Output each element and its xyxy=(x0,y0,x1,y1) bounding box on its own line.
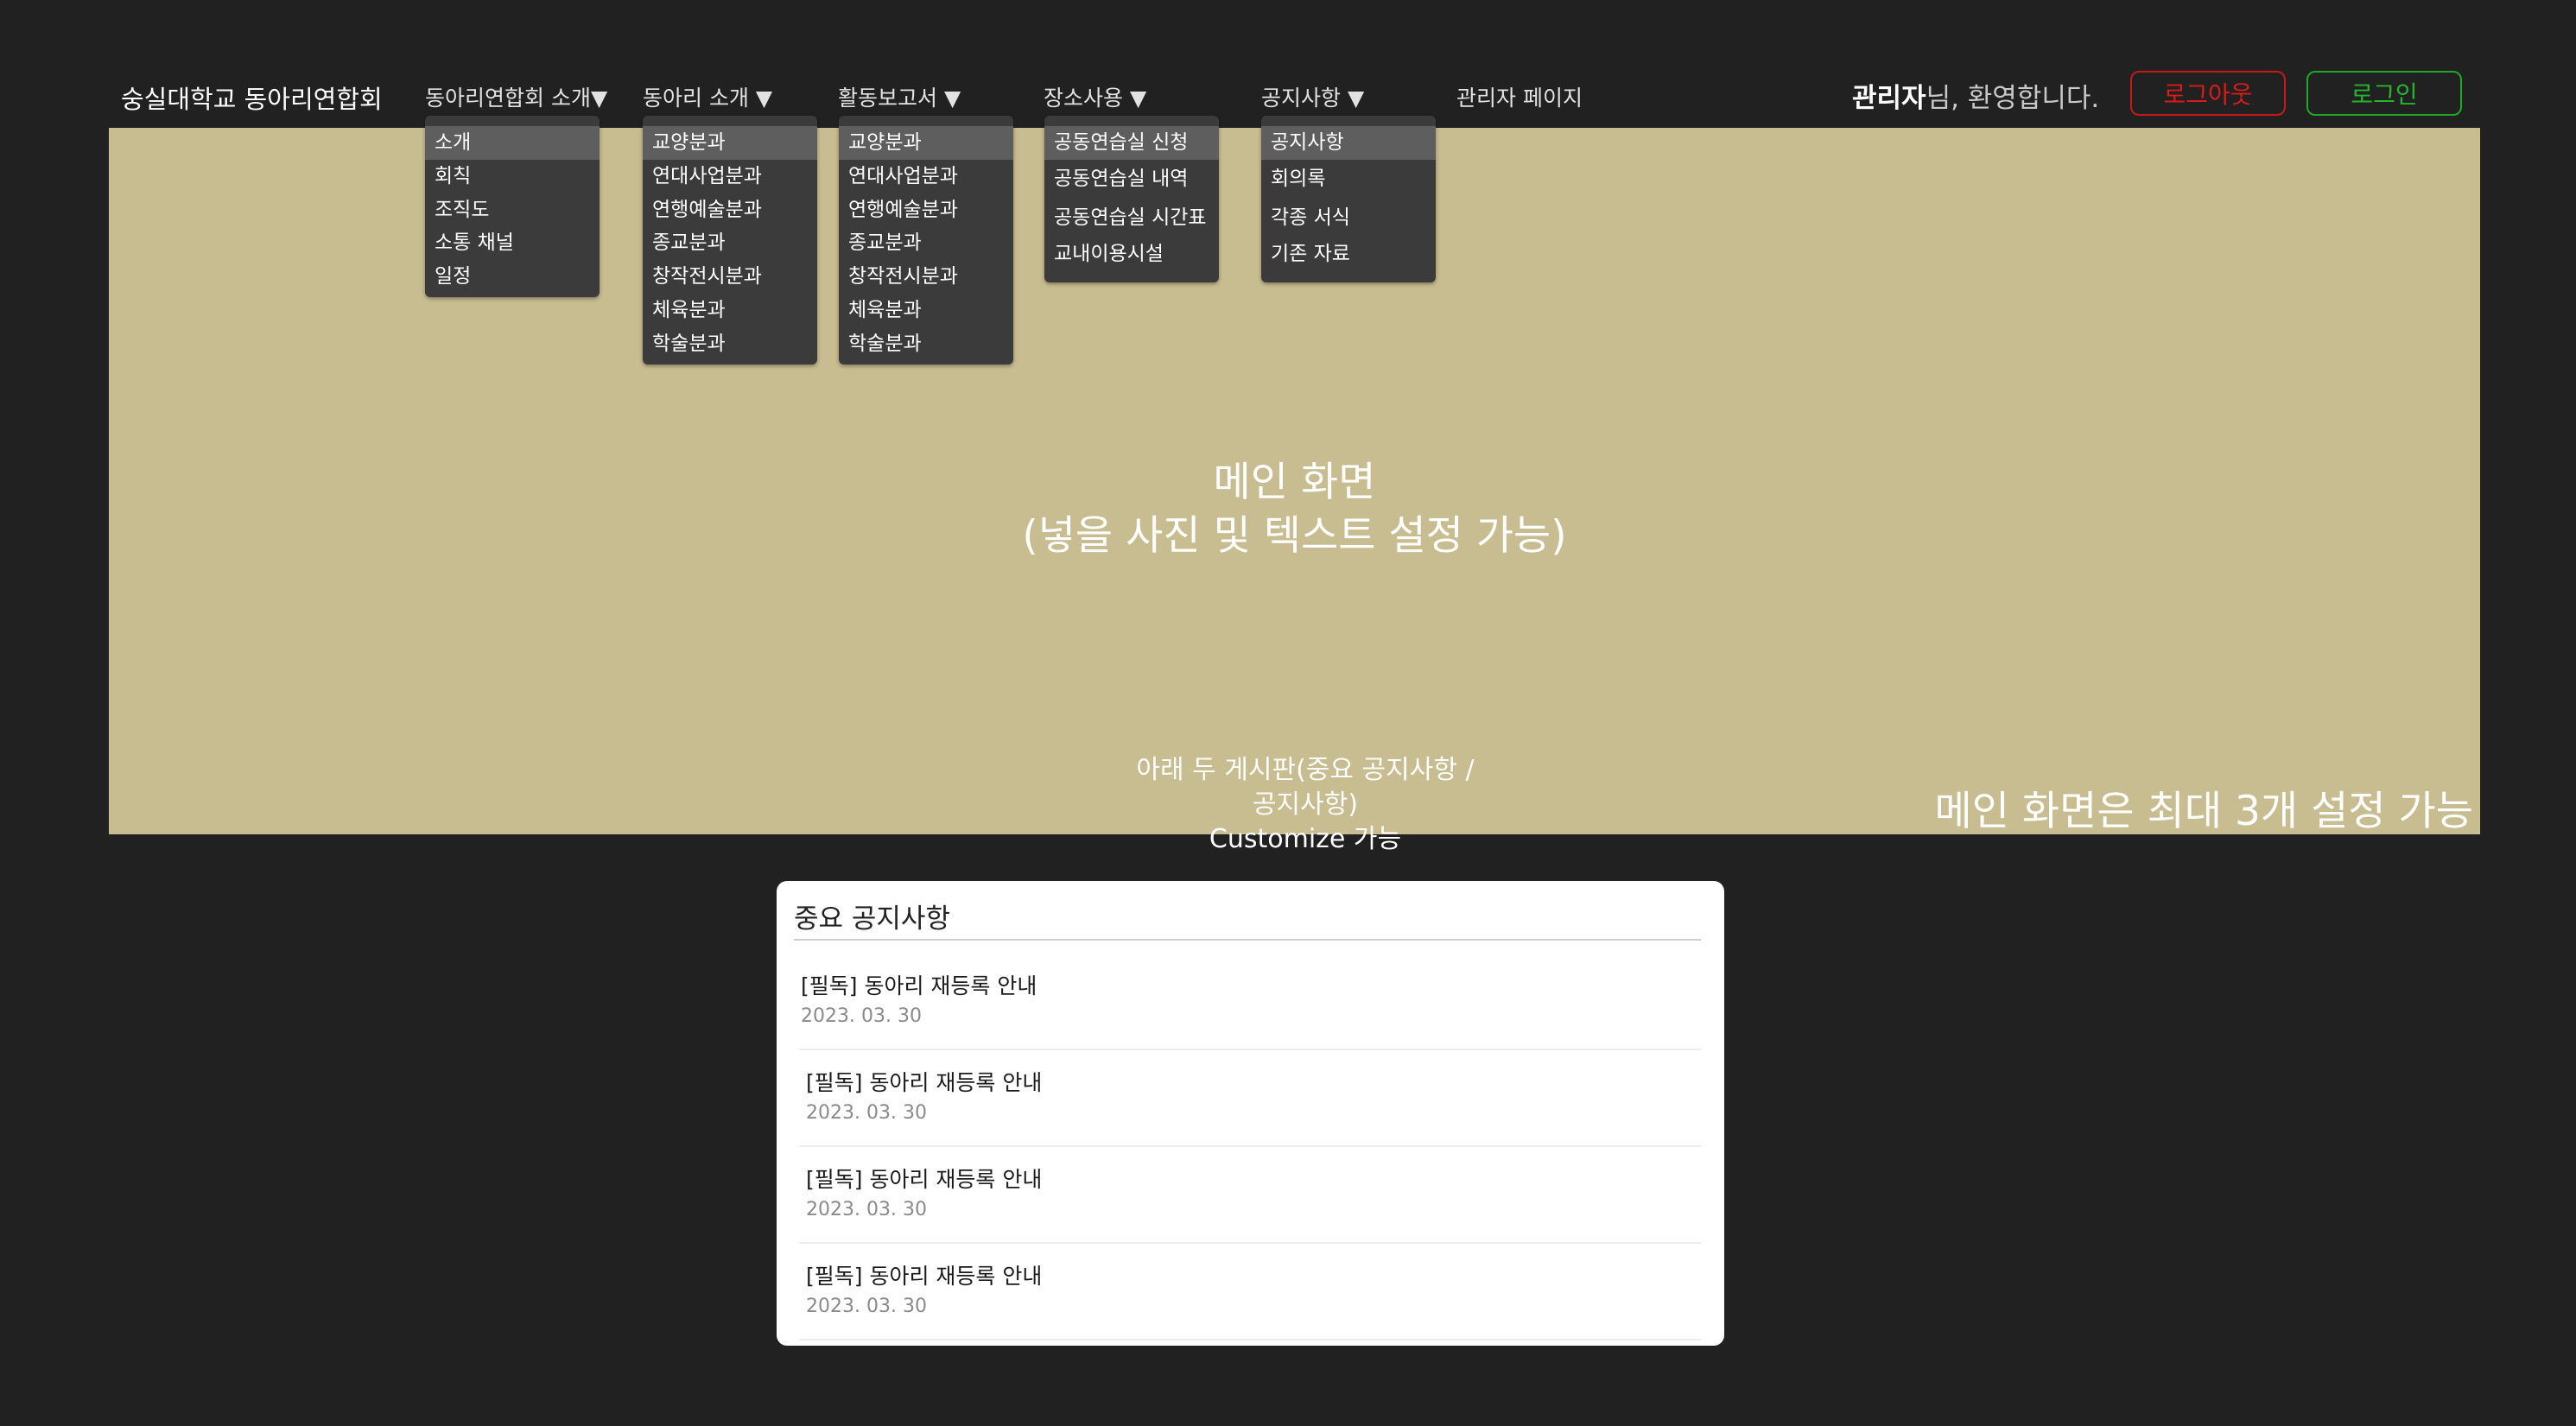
dropdown-item-sports[interactable]: 체육분과 xyxy=(839,294,1013,327)
banner-corner-note: 메인 화면은 최대 3개 설정 가능 xyxy=(1934,788,2473,835)
nav-notices[interactable]: 공지사항 ▼ xyxy=(1261,81,1364,112)
dropdown-club-intro: 교양분과 연대사업분과 연행예술분과 종교분과 창작전시분과 체육분과 학술분과 xyxy=(643,116,817,364)
dropdown-item-practice-room-timetable[interactable]: 공동연습실 시간표 xyxy=(1044,199,1219,238)
notice-item-date: 2023. 03. 30 xyxy=(801,1005,922,1027)
welcome-message: 관리자님, 환영합니다. xyxy=(1852,76,2099,115)
banner-note-line2: Customize 가능 xyxy=(1209,824,1402,854)
dropdown-item-practice-room-history[interactable]: 공동연습실 내역 xyxy=(1044,160,1219,199)
banner-note-line1: 아래 두 게시판(중요 공지사항 / 공지사항) xyxy=(1136,755,1475,820)
dropdown-item-sports[interactable]: 체육분과 xyxy=(643,294,817,327)
notice-item-title[interactable]: [필독] 동아리 재등록 안내 xyxy=(806,1066,1042,1097)
notice-item[interactable]: [필독] 동아리 재등록 안내 2023. 03. 30 xyxy=(799,1147,1701,1244)
dropdown-item-academic[interactable]: 학술분과 xyxy=(839,327,1013,361)
dropdown-item-liberal-arts[interactable]: 교양분과 xyxy=(839,126,1013,160)
banner-board-note: 아래 두 게시판(중요 공지사항 / 공지사항) Customize 가능 xyxy=(1128,753,1482,857)
notice-item-date: 2023. 03. 30 xyxy=(806,1199,927,1220)
dropdown-activity-report: 교양분과 연대사업분과 연행예술분과 종교분과 창작전시분과 체육분과 학술분과 xyxy=(839,116,1013,364)
notice-item-title[interactable]: [필독] 동아리 재등록 안내 xyxy=(806,1163,1042,1194)
notice-item[interactable]: [필독] 동아리 재등록 안내 2023. 03. 30 xyxy=(799,1244,1701,1340)
dropdown-notices: 공지사항 회의록 각종 서식 기존 자료 xyxy=(1261,116,1436,282)
notice-item-date: 2023. 03. 30 xyxy=(806,1102,927,1124)
nav-activity-report[interactable]: 활동보고서 ▼ xyxy=(838,81,961,112)
board-title-divider xyxy=(794,939,1701,941)
dropdown-item-notices[interactable]: 공지사항 xyxy=(1261,126,1436,160)
nav-admin-page[interactable]: 관리자 페이지 xyxy=(1456,81,1583,112)
nav-club-intro[interactable]: 동아리 소개 ▼ xyxy=(643,81,772,112)
site-logo[interactable]: 숭실대학교 동아리연합회 xyxy=(121,79,383,116)
dropdown-item-org-chart[interactable]: 조직도 xyxy=(425,193,600,227)
dropdown-item-religion[interactable]: 종교분과 xyxy=(643,226,817,260)
dropdown-item-campus-facilities[interactable]: 교내이용시설 xyxy=(1044,238,1219,271)
dropdown-item-solidarity[interactable]: 연대사업분과 xyxy=(839,160,1013,193)
dropdown-item-performing-arts[interactable]: 연행예술분과 xyxy=(839,193,1013,227)
banner-main-line1: 메인 화면 xyxy=(1213,459,1376,506)
important-notices-board: 중요 공지사항 [필독] 동아리 재등록 안내 2023. 03. 30 [필독… xyxy=(777,881,1724,1346)
dropdown-item-practice-room-apply[interactable]: 공동연습실 신청 xyxy=(1044,126,1219,160)
nav-place-use[interactable]: 장소사용 ▼ xyxy=(1044,81,1146,112)
banner-main-line2: (넣을 사진 및 텍스트 설정 가능) xyxy=(1022,512,1567,560)
dropdown-item-rules[interactable]: 회칙 xyxy=(425,160,600,193)
dropdown-item-intro[interactable]: 소개 xyxy=(425,126,600,160)
dropdown-item-religion[interactable]: 종교분과 xyxy=(839,226,1013,260)
notice-item-date: 2023. 03. 30 xyxy=(806,1296,927,1317)
logout-button[interactable]: 로그아웃 xyxy=(2130,71,2286,116)
dropdown-item-channels[interactable]: 소통 채널 xyxy=(425,226,600,260)
notice-item[interactable]: [필독] 동아리 재등록 안내 2023. 03. 30 xyxy=(799,1050,1701,1147)
dropdown-item-creative-exhibit[interactable]: 창작전시분과 xyxy=(839,260,1013,294)
notice-item-title[interactable]: [필독] 동아리 재등록 안내 xyxy=(806,1259,1042,1290)
welcome-user-name: 관리자 xyxy=(1852,83,1926,114)
notice-item[interactable]: [필독] 동아리 재등록 안내 2023. 03. 30 xyxy=(799,954,1701,1050)
dropdown-item-performing-arts[interactable]: 연행예술분과 xyxy=(643,193,817,227)
dropdown-item-creative-exhibit[interactable]: 창작전시분과 xyxy=(643,260,817,294)
dropdown-place-use: 공동연습실 신청 공동연습실 내역 공동연습실 시간표 교내이용시설 xyxy=(1044,116,1219,282)
dropdown-item-archive[interactable]: 기존 자료 xyxy=(1261,238,1436,271)
dropdown-item-solidarity[interactable]: 연대사업분과 xyxy=(643,160,817,193)
dropdown-item-academic[interactable]: 학술분과 xyxy=(643,327,817,361)
board-title: 중요 공지사항 xyxy=(794,903,950,935)
dropdown-club-union-intro: 소개 회칙 조직도 소통 채널 일정 xyxy=(425,116,600,297)
dropdown-item-forms[interactable]: 각종 서식 xyxy=(1261,199,1436,238)
dropdown-item-minutes[interactable]: 회의록 xyxy=(1261,160,1436,199)
notice-item-title[interactable]: [필독] 동아리 재등록 안내 xyxy=(801,969,1037,1000)
dropdown-item-liberal-arts[interactable]: 교양분과 xyxy=(643,126,817,160)
welcome-suffix: 님, 환영합니다. xyxy=(1926,83,2100,114)
banner-main-text: 메인 화면 (넣을 사진 및 텍스트 설정 가능) xyxy=(109,456,2480,563)
dropdown-item-schedule[interactable]: 일정 xyxy=(425,260,600,294)
nav-club-union-intro[interactable]: 동아리연합회 소개▼ xyxy=(425,81,607,112)
login-button[interactable]: 로그인 xyxy=(2306,71,2462,116)
